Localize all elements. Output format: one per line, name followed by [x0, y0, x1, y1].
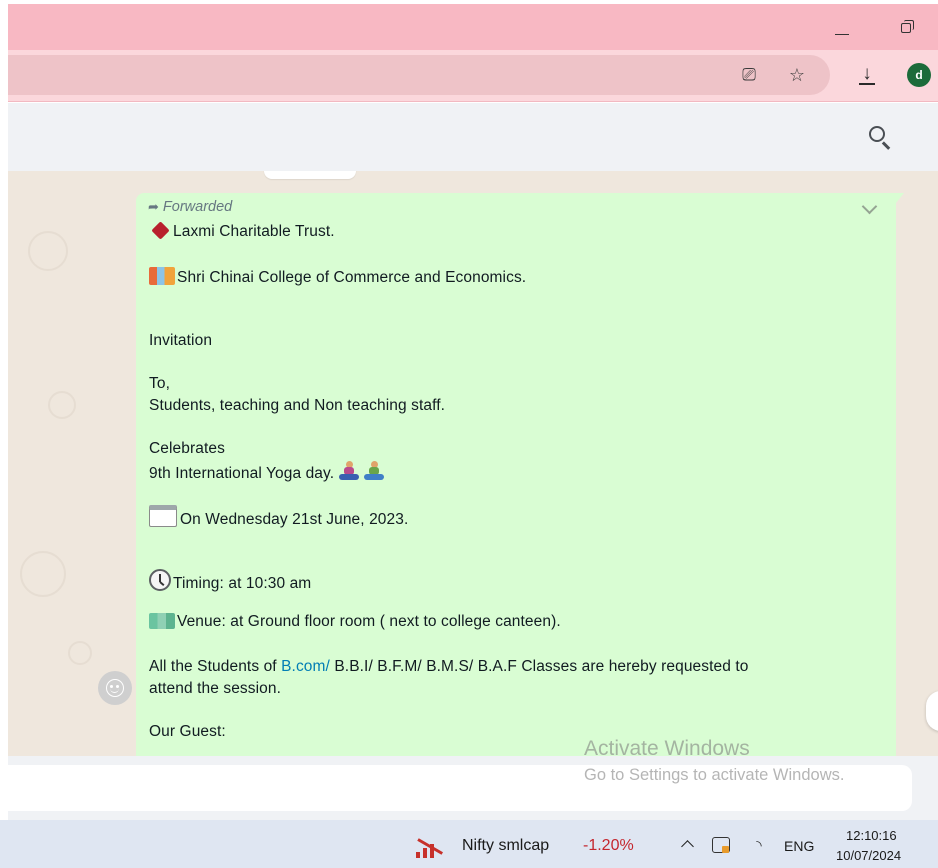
message-line-timing: Timing: at 10:30 am	[149, 569, 311, 593]
restore-button[interactable]	[892, 14, 920, 42]
activate-windows-subtitle: Go to Settings to activate Windows.	[584, 766, 845, 784]
tray-chevron-icon[interactable]	[680, 836, 696, 852]
message-line-invitation: Invitation	[149, 332, 213, 349]
scroll-to-bottom-button[interactable]	[926, 691, 938, 731]
wifi-icon[interactable]: ◝	[748, 835, 770, 855]
chat-pane[interactable]: ➦ Forwarded Laxmi Charitable Trust. Shri …	[8, 171, 938, 756]
stock-name[interactable]: Nifty smlcap	[462, 837, 549, 855]
minimize-button[interactable]	[828, 14, 856, 42]
message-line-students: All the Students of B.com/ B.B.I/ B.F.M/…	[149, 658, 749, 675]
message-line-celebrates: Celebrates	[149, 440, 225, 457]
bubble-tail	[896, 193, 904, 203]
map-icon	[149, 613, 175, 629]
calendar-icon	[149, 505, 177, 527]
clock-icon	[149, 569, 171, 591]
message-line-to: To,	[149, 375, 170, 392]
language-indicator[interactable]: ENG	[784, 838, 814, 854]
browser-titlebar	[8, 4, 938, 50]
wallpaper-doodle	[48, 391, 76, 419]
message-line-guest: Our Guest:	[149, 723, 226, 740]
meet-icon[interactable]	[712, 837, 730, 853]
star-icon[interactable]: ☆	[786, 64, 808, 86]
taskbar: Nifty smlcap -1.20% ◝ ENG 12:10:16 10/07…	[0, 820, 938, 868]
forwarded-label: ➦ Forwarded	[148, 199, 233, 215]
message-line-org: Laxmi Charitable Trust.	[149, 221, 335, 241]
browser-toolbar: ⎚ ☆ ↓ d	[8, 50, 938, 102]
stock-chart-icon[interactable]	[416, 834, 450, 858]
message-line-event: 9th International Yoga day.	[149, 461, 385, 483]
message-bubble[interactable]: ➦ Forwarded Laxmi Charitable Trust. Shri …	[136, 193, 896, 756]
message-line-college: Shri Chinai College of Commerce and Econ…	[149, 267, 526, 287]
message-line-audience: Students, teaching and Non teaching staf…	[149, 397, 446, 414]
wallpaper-doodle	[28, 231, 68, 271]
address-bar[interactable]: ⎚ ☆	[8, 55, 830, 95]
chevron-down-icon[interactable]	[860, 199, 880, 215]
date-chip	[264, 171, 356, 179]
message-line-students-2: attend the session.	[149, 680, 282, 697]
message-line-date: On Wednesday 21st June, 2023.	[149, 505, 408, 529]
cast-icon[interactable]: ⎚	[738, 64, 760, 86]
bcom-link[interactable]: B.com/	[281, 658, 330, 675]
wallpaper-doodle	[68, 641, 92, 665]
message-line-venue: Venue: at Ground floor room ( next to co…	[149, 613, 561, 631]
search-icon[interactable]	[866, 123, 894, 151]
reaction-button[interactable]	[98, 671, 132, 705]
emoji-icon	[106, 679, 124, 697]
school-icon	[149, 267, 175, 285]
wallpaper-doodle	[20, 551, 66, 597]
yoga-icon	[363, 461, 384, 481]
diamond-icon	[151, 221, 170, 240]
activate-windows-title: Activate Windows	[584, 737, 750, 760]
stock-change: -1.20%	[583, 837, 634, 854]
avatar[interactable]: d	[907, 63, 931, 87]
chat-header	[8, 103, 938, 171]
forward-arrow-icon: ➦	[148, 199, 159, 214]
download-icon[interactable]: ↓	[856, 63, 878, 87]
clock-date[interactable]: 10/07/2024	[836, 848, 901, 863]
yoga-icon	[338, 461, 359, 481]
clock-time[interactable]: 12:10:16	[846, 828, 897, 843]
